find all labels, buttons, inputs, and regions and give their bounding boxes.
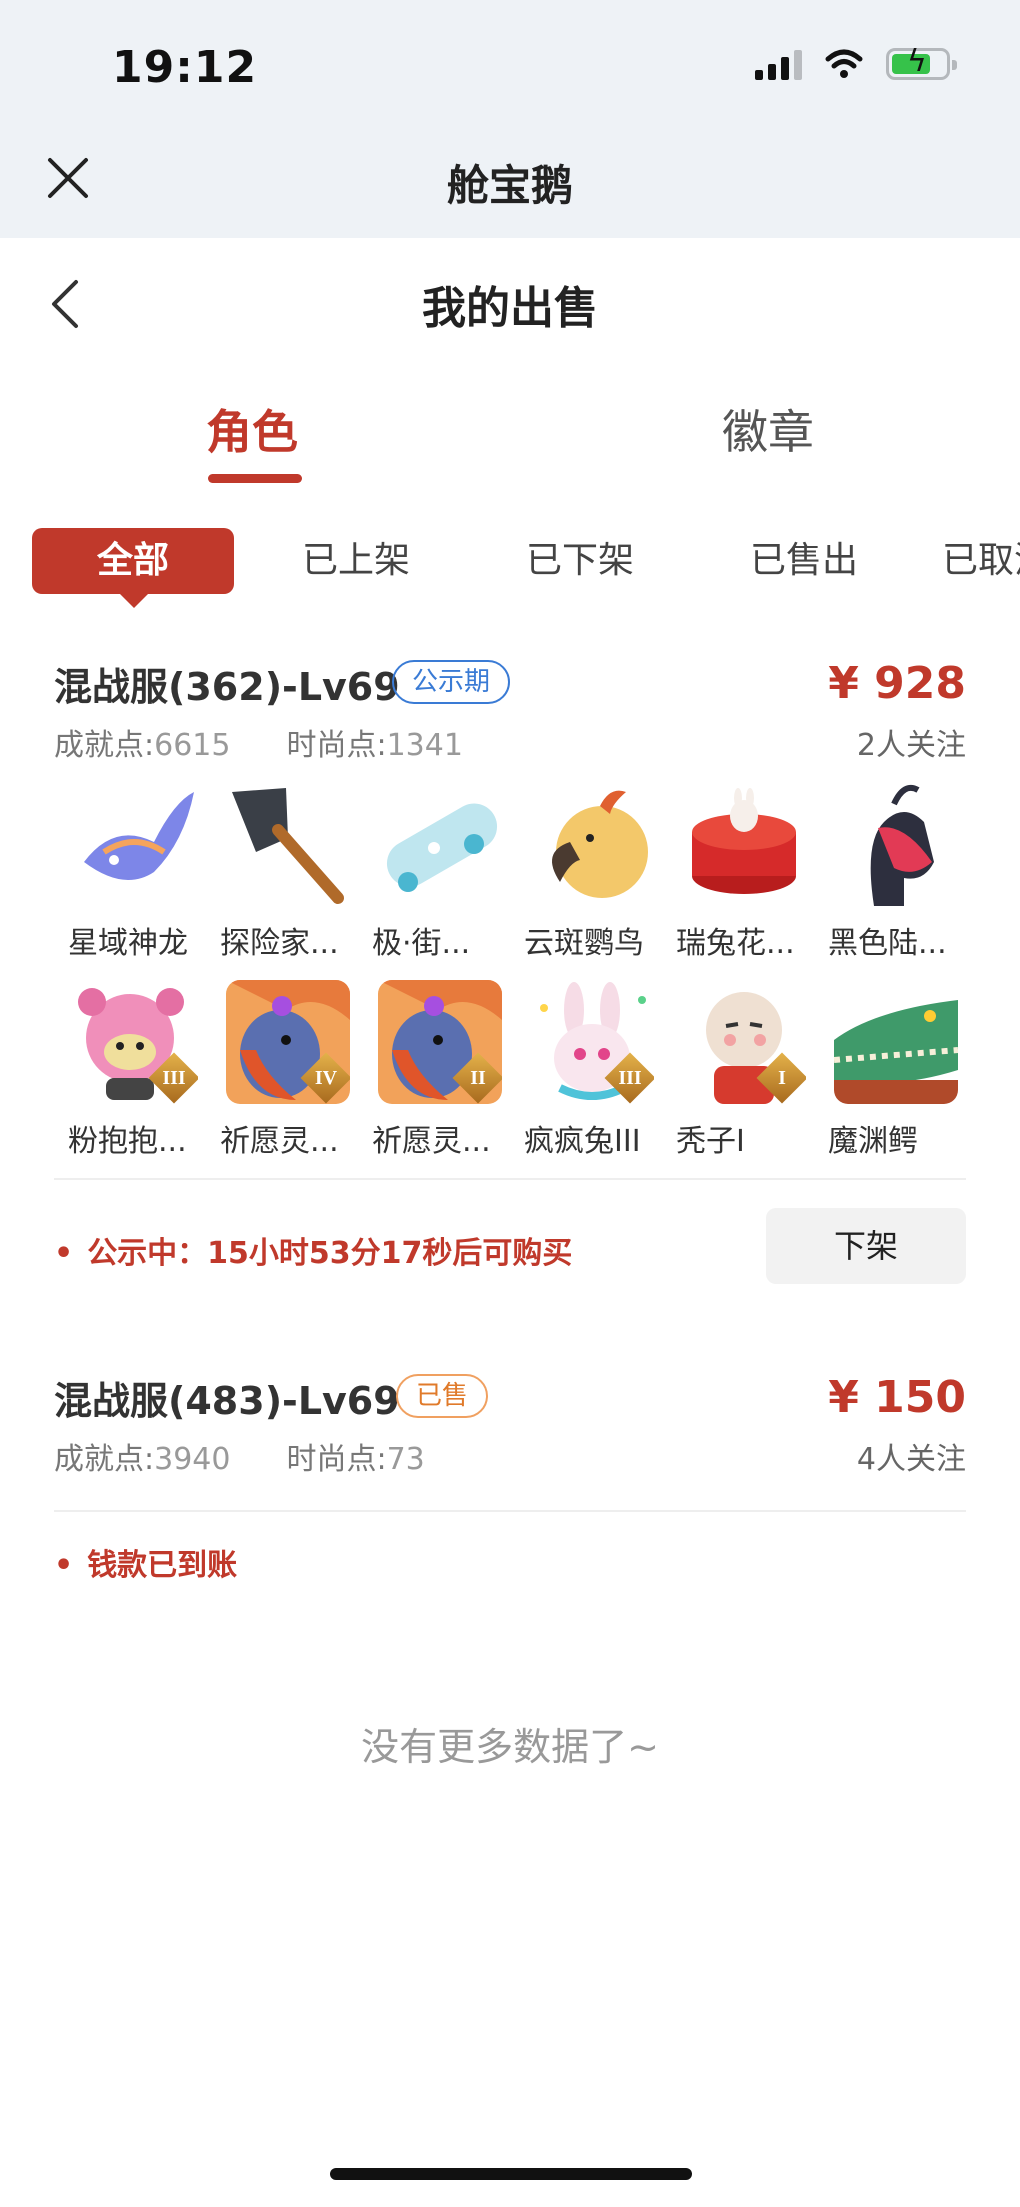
home-indicator[interactable] — [330, 2168, 692, 2180]
fashion-label: 时尚点: — [286, 1442, 387, 1477]
item-tile[interactable]: 云斑鹦鸟 — [524, 782, 660, 962]
achievement-label: 成就点: — [54, 1442, 155, 1477]
parrot-icon — [530, 782, 654, 906]
item-name: 云斑鹦鸟 — [524, 926, 644, 961]
follower-count: 2人关注 — [856, 728, 966, 763]
item-tile[interactable]: 瑞兔花... — [676, 782, 812, 962]
listing-title: 混战服(362)-Lv69 — [54, 665, 400, 709]
item-name: 探险家... — [220, 926, 339, 961]
fashion-value: 73 — [386, 1442, 425, 1477]
item-tile[interactable]: IV 祈愿灵... — [220, 980, 356, 1160]
tier-badge: II — [452, 1052, 502, 1104]
listing-price: ¥ 928 — [828, 658, 966, 709]
wifi-icon — [825, 49, 863, 78]
delist-button[interactable]: 下架 — [766, 1208, 966, 1284]
filter-listed[interactable]: 已上架 — [302, 528, 410, 594]
filter-delisted[interactable]: 已下架 — [526, 528, 634, 594]
cake-icon — [682, 782, 806, 906]
no-more-data-text: 没有更多数据了~ — [361, 1725, 659, 1769]
item-tile[interactable]: I 秃子I — [676, 980, 812, 1160]
battery-icon: ϟ — [886, 47, 957, 80]
tier-badge: III — [604, 1052, 654, 1104]
crocodile-icon — [834, 980, 958, 1104]
follower-count: 4人关注 — [856, 1442, 966, 1477]
divider — [54, 1510, 966, 1512]
item-name: 瑞兔花... — [676, 926, 795, 961]
dragon-icon — [74, 782, 198, 906]
item-tile[interactable]: 星域神龙 — [68, 782, 204, 962]
listing-price: ¥ 150 — [828, 1372, 966, 1423]
item-name: 疯疯兔III — [524, 1124, 641, 1159]
listing-stats: 成就点:6615 时尚点:1341 — [54, 720, 463, 764]
spirit-bird-icon: II — [378, 980, 502, 1104]
filter-cancelled[interactable]: 已取消 — [942, 528, 1020, 594]
tab-badge[interactable]: 徽章 — [722, 396, 814, 462]
page-title: 我的出售 — [422, 283, 598, 334]
item-name: 粉抱抱... — [68, 1124, 187, 1159]
active-tab-indicator — [208, 474, 302, 483]
status-badge: 已售 — [396, 1374, 489, 1418]
filter-sold[interactable]: 已售出 — [750, 528, 858, 594]
creature-icon — [834, 782, 958, 906]
item-name: 秃子I — [676, 1124, 745, 1159]
status-badge: 公示期 — [392, 660, 511, 704]
listing-card[interactable]: 混战服(362)-Lv69 公示期 ¥ 928 成就点:6615 时尚点:1341… — [54, 656, 966, 1216]
status-time: 19:12 — [112, 42, 258, 93]
achievement-label: 成就点: — [54, 728, 155, 763]
tier-badge: I — [756, 1052, 806, 1104]
item-tile[interactable]: 极·街... — [372, 782, 508, 962]
item-name: 祈愿灵... — [220, 1124, 339, 1159]
divider — [54, 1178, 966, 1180]
item-name: 黑色陆... — [828, 926, 947, 961]
tier-badge: IV — [300, 1052, 350, 1104]
item-tile[interactable]: 黑色陆... — [828, 782, 964, 962]
pink-pet-icon: III — [74, 980, 198, 1104]
fashion-value: 1341 — [386, 728, 463, 763]
shovel-icon — [226, 782, 350, 906]
listing-title: 混战服(483)-Lv69 — [54, 1379, 400, 1423]
achievement-value: 6615 — [154, 728, 231, 763]
skateboard-icon — [378, 782, 502, 906]
tab-role[interactable]: 角色 — [206, 396, 298, 462]
status-filter-bar: 全部 已上架 已下架 已售出 已取消 — [0, 528, 1020, 608]
item-name: 星域神龙 — [68, 926, 188, 961]
item-name: 祈愿灵... — [372, 1124, 491, 1159]
item-name: 极·街... — [372, 926, 471, 961]
item-tile[interactable]: 探险家... — [220, 782, 356, 962]
listing-notice: 公示中：15小时53分17秒后可购买 — [54, 1228, 572, 1272]
filter-all[interactable]: 全部 — [32, 528, 234, 608]
listing-notice: 钱款已到账 — [54, 1540, 237, 1584]
listing-card[interactable]: 混战服(483)-Lv69 已售 ¥ 150 成就点:3940 时尚点:73 4人… — [54, 1370, 966, 1480]
bald-doll-icon: I — [682, 980, 806, 1104]
item-tile[interactable]: II 祈愿灵... — [372, 980, 508, 1160]
app-title: 舱宝鹅 — [446, 161, 573, 210]
achievement-value: 3940 — [154, 1442, 231, 1477]
item-tile[interactable]: 魔渊鳄 — [828, 980, 964, 1160]
tier-badge: III — [148, 1052, 198, 1104]
app-header-area: 19:12 ϟ 舱宝鹅 — [0, 0, 1020, 238]
item-tile[interactable]: III 疯疯兔III — [524, 980, 660, 1160]
fashion-label: 时尚点: — [286, 728, 387, 763]
listing-stats: 成就点:3940 时尚点:73 — [54, 1434, 425, 1478]
spirit-bird-icon: IV — [226, 980, 350, 1104]
item-tile[interactable]: III 粉抱抱... — [68, 980, 204, 1160]
item-name: 魔渊鳄 — [828, 1124, 918, 1159]
cellular-signal-icon — [755, 48, 802, 80]
status-icons: ϟ — [755, 47, 957, 80]
rabbit-icon: III — [530, 980, 654, 1104]
